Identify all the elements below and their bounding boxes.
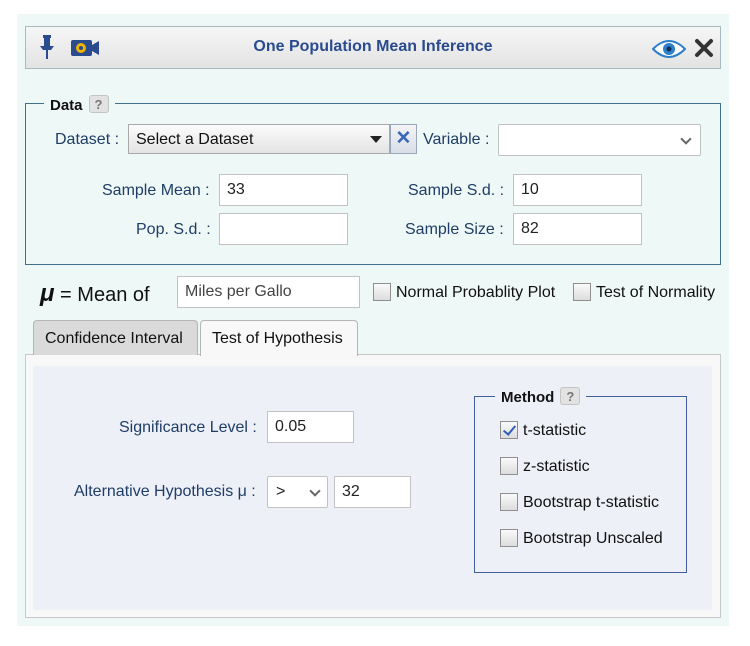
- normality-test-checkbox-box[interactable]: [573, 283, 591, 301]
- dataset-select[interactable]: Select a Dataset: [128, 124, 390, 154]
- method-legend-label: Method: [501, 389, 555, 406]
- method-option-t-statistic[interactable]: t-statistic: [500, 421, 586, 440]
- pop-sd-label: Pop. S.d. :: [136, 221, 211, 238]
- bootstrap-t-label: Bootstrap t-statistic: [523, 494, 660, 511]
- bootstrap-unscaled-label: Bootstrap Unscaled: [523, 530, 663, 547]
- variable-select[interactable]: [498, 124, 701, 156]
- caret-down-icon: [370, 136, 382, 143]
- method-option-bootstrap-unscaled[interactable]: Bootstrap Unscaled: [500, 529, 663, 548]
- method-legend: Method?: [495, 387, 587, 406]
- sample-size-input[interactable]: 82: [513, 213, 642, 245]
- tab-confidence-interval[interactable]: Confidence Interval: [33, 320, 198, 355]
- normal-plot-label: Normal Probablity Plot: [396, 284, 556, 301]
- title-bar: One Population Mean Inference: [25, 26, 721, 69]
- help-icon[interactable]: ?: [560, 387, 581, 405]
- clear-dataset-button[interactable]: ✕: [390, 124, 417, 154]
- normal-plot-checkbox-box[interactable]: [373, 283, 391, 301]
- t-statistic-checkbox[interactable]: [500, 421, 518, 439]
- significance-level-label: Significance Level :: [119, 419, 257, 436]
- method-option-z-statistic[interactable]: z-statistic: [500, 457, 590, 476]
- close-icon[interactable]: [694, 38, 714, 63]
- sample-mean-input[interactable]: 33: [219, 174, 348, 206]
- alternative-value-input[interactable]: 32: [334, 476, 411, 508]
- normality-test-label: Test of Normality: [596, 284, 716, 301]
- alternative-operator-select[interactable]: >: [267, 476, 328, 508]
- chevron-down-icon: [309, 485, 321, 497]
- t-statistic-label: t-statistic: [523, 422, 587, 439]
- eye-icon[interactable]: [651, 39, 687, 64]
- chevron-down-icon: [680, 133, 692, 145]
- dataset-select-value: Select a Dataset: [136, 131, 254, 148]
- z-statistic-checkbox[interactable]: [500, 457, 518, 475]
- pop-sd-input[interactable]: [219, 213, 348, 245]
- sample-mean-label: Sample Mean :: [102, 182, 210, 199]
- sample-size-label: Sample Size :: [405, 221, 504, 238]
- mean-of-text: = Mean of: [60, 284, 150, 306]
- bootstrap-unscaled-checkbox[interactable]: [500, 529, 518, 547]
- data-legend: Data?: [44, 95, 115, 114]
- data-legend-label: Data: [50, 97, 83, 114]
- alternative-hypothesis-label: Alternative Hypothesis μ :: [74, 483, 256, 500]
- dataset-label: Dataset :: [55, 131, 120, 148]
- normality-test-checkbox[interactable]: Test of Normality: [573, 283, 715, 302]
- mu-symbol: μ: [40, 280, 55, 307]
- normal-plot-checkbox[interactable]: Normal Probablity Plot: [373, 283, 555, 302]
- alternative-operator-value: >: [276, 483, 286, 500]
- help-icon[interactable]: ?: [88, 95, 109, 113]
- sample-sd-input[interactable]: 10: [513, 174, 642, 206]
- bootstrap-t-checkbox[interactable]: [500, 493, 518, 511]
- sample-sd-label: Sample S.d. :: [408, 182, 505, 199]
- mean-of-variable-input[interactable]: Miles per Gallo: [177, 276, 360, 308]
- mean-of-label: μ = Mean of: [40, 280, 150, 308]
- tab-test-of-hypothesis[interactable]: Test of Hypothesis: [200, 320, 358, 356]
- significance-level-input[interactable]: 0.05: [267, 411, 354, 443]
- variable-label: Variable :: [423, 131, 490, 148]
- z-statistic-label: z-statistic: [523, 458, 590, 475]
- method-option-bootstrap-t[interactable]: Bootstrap t-statistic: [500, 493, 659, 512]
- window-title: One Population Mean Inference: [253, 38, 493, 55]
